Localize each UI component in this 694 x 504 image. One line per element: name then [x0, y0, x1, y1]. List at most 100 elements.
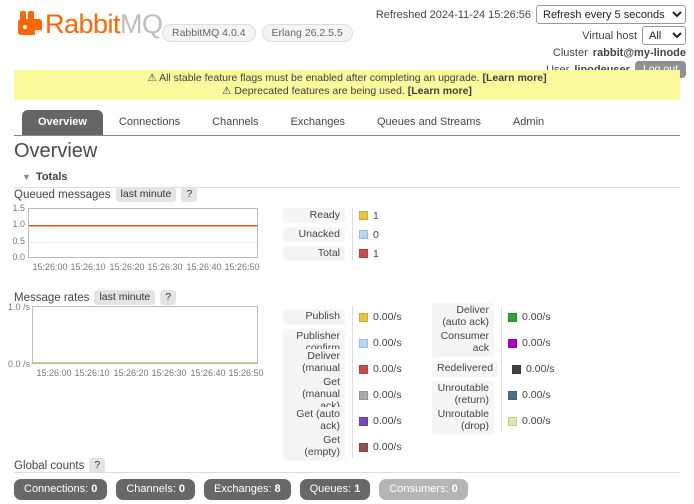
legend-row-publish: Publish 0.00/s [283, 304, 423, 330]
legend-divider [501, 306, 502, 432]
rates-window-badge[interactable]: last minute [94, 290, 155, 305]
global-counts-help-icon[interactable]: ? [89, 458, 105, 473]
refresh-interval-select[interactable]: Refresh every 5 seconds [536, 5, 686, 24]
redelivered-swatch-icon [512, 365, 521, 374]
deliver-auto-ack-value: 0.00/s [522, 311, 551, 323]
legend-divider [352, 306, 353, 458]
unacked-swatch-icon [359, 230, 368, 239]
queues-count-label: Queues: [310, 483, 352, 495]
exchanges-count-pill[interactable]: Exchanges:8 [204, 479, 291, 500]
tab-channels[interactable]: Channels [196, 110, 274, 135]
tab-admin[interactable]: Admin [497, 110, 560, 135]
unacked-value: 0 [373, 229, 379, 241]
get-auto-ack-swatch-icon [359, 417, 368, 426]
total-value: 1 [373, 248, 379, 260]
channels-count-value: 0 [179, 483, 185, 495]
global-counts-rule [14, 472, 680, 473]
refreshed-timestamp: Refreshed 2024-11-24 15:26:56 [376, 9, 531, 21]
consumer-ack-label: Consumer ack [432, 329, 494, 357]
message-rates-header: Message rates last minute ? [14, 290, 176, 305]
brand-text: RabbitMQ™ [45, 9, 171, 47]
queued-messages-header: Queued messages last minute ? [14, 187, 197, 202]
brand-mq: MQ [120, 9, 163, 39]
deprecated-features-warning-text: ⚠ Deprecated features are being used. [222, 85, 405, 97]
unroutable-return-label: Unroutable (return) [432, 381, 494, 409]
rates-ytick: 0.0 /s [6, 359, 30, 369]
queued-messages-title: Queued messages [14, 189, 111, 201]
total-swatch-icon [359, 249, 368, 258]
queued-ytick: 1.5 [8, 203, 25, 213]
legend-row-get-empty: Get (empty) 0.00/s [283, 434, 423, 460]
legend-divider [352, 208, 353, 261]
legend-row-redelivered: Redelivered 0.00/s [432, 356, 572, 382]
legend-row-consumer-ack: Consumer ack 0.00/s [432, 330, 572, 356]
deliver-manual-ack-swatch-icon [359, 365, 368, 374]
rates-help-icon[interactable]: ? [160, 290, 176, 305]
redelivered-label: Redelivered [432, 361, 498, 377]
publish-swatch-icon [359, 313, 368, 322]
legend-row-get-auto-ack: Get (auto ack) 0.00/s [283, 408, 423, 434]
refresh-row: Refreshed 2024-11-24 15:26:56 Refresh ev… [376, 5, 686, 24]
feature-flags-warning-text: ⚠ All stable feature flags must be enabl… [147, 72, 479, 84]
rabbit-icon [18, 11, 42, 39]
deliver-manual-ack-value: 0.00/s [373, 363, 402, 375]
total-series-line [29, 225, 257, 227]
queued-legend: Ready 1 Unacked 0 Total 1 [283, 206, 413, 263]
unroutable-drop-value: 0.00/s [522, 415, 551, 427]
totals-section-toggle[interactable]: ▼Totals [14, 169, 680, 188]
ready-swatch-icon [359, 211, 368, 220]
message-rates-chart [32, 306, 258, 364]
queues-count-pill[interactable]: Queues:1 [300, 479, 371, 500]
consumer-ack-value: 0.00/s [522, 337, 551, 349]
unroutable-drop-label: Unroutable (drop) [432, 407, 494, 435]
rabbitmq-version-badge: RabbitMQ 4.0.4 [162, 24, 256, 42]
legend-row-unroutable-drop: Unroutable (drop) 0.00/s [432, 408, 572, 434]
get-manual-ack-value: 0.00/s [373, 389, 402, 401]
consumers-count-pill[interactable]: Consumers:0 [379, 479, 467, 500]
legend-row-unacked: Unacked 0 [283, 225, 413, 244]
total-label: Total [283, 246, 345, 262]
legend-row-ready: Ready 1 [283, 206, 413, 225]
consumers-count-value: 0 [452, 483, 458, 495]
ready-series-line [29, 226, 257, 227]
consumer-ack-swatch-icon [508, 339, 517, 348]
cluster-label: Cluster [553, 47, 588, 59]
main-nav-tabs: Overview Connections Channels Exchanges … [14, 110, 680, 136]
queued-window-badge[interactable]: last minute [116, 187, 177, 202]
publish-label: Publish [283, 309, 345, 325]
gridline [29, 242, 257, 243]
zero-rate-series-line [33, 362, 257, 363]
legend-row-total: Total 1 [283, 244, 413, 263]
global-counts-title: Global counts [14, 460, 84, 472]
queued-ytick: 1.0 [8, 219, 25, 229]
queued-messages-chart [28, 208, 258, 258]
legend-row-deliver-auto-ack: Deliver (auto ack) 0.00/s [432, 304, 572, 330]
feature-flags-learn-more-link[interactable]: [Learn more] [482, 72, 546, 84]
tab-queues-and-streams[interactable]: Queues and Streams [361, 110, 497, 135]
ready-value: 1 [373, 210, 379, 222]
tab-overview[interactable]: Overview [22, 110, 103, 135]
tab-exchanges[interactable]: Exchanges [275, 110, 361, 135]
deprecated-learn-more-link[interactable]: [Learn more] [408, 85, 472, 97]
connections-count-label: Connections: [24, 483, 88, 495]
queued-xtick: 15:26:50 [219, 262, 265, 272]
deliver-auto-ack-label: Deliver (auto ack) [432, 303, 494, 331]
connections-count-pill[interactable]: Connections:0 [14, 479, 107, 500]
exchanges-count-value: 8 [275, 483, 281, 495]
channels-count-label: Channels: [126, 483, 176, 495]
vhost-select[interactable]: All [642, 26, 686, 45]
rates-legend-left: Publish 0.00/s Publisher confirm 0.00/s … [283, 304, 423, 460]
vhost-row: Virtual host All [582, 26, 686, 45]
tab-connections[interactable]: Connections [103, 110, 196, 135]
unroutable-drop-swatch-icon [508, 417, 517, 426]
unroutable-return-swatch-icon [508, 391, 517, 400]
get-auto-ack-label: Get (auto ack) [283, 407, 345, 435]
connections-count-value: 0 [91, 483, 97, 495]
queued-help-icon[interactable]: ? [181, 187, 197, 202]
erlang-version-badge: Erlang 26.2.5.5 [262, 24, 353, 42]
feature-flags-warning: ⚠ All stable feature flags must be enabl… [14, 72, 680, 85]
cluster-row: Cluster rabbit@my-linode [553, 47, 686, 59]
rates-legend-right: Deliver (auto ack) 0.00/s Consumer ack 0… [432, 304, 572, 434]
channels-count-pill[interactable]: Channels:0 [116, 479, 195, 500]
rabbitmq-logo[interactable]: RabbitMQ™ [18, 9, 171, 47]
